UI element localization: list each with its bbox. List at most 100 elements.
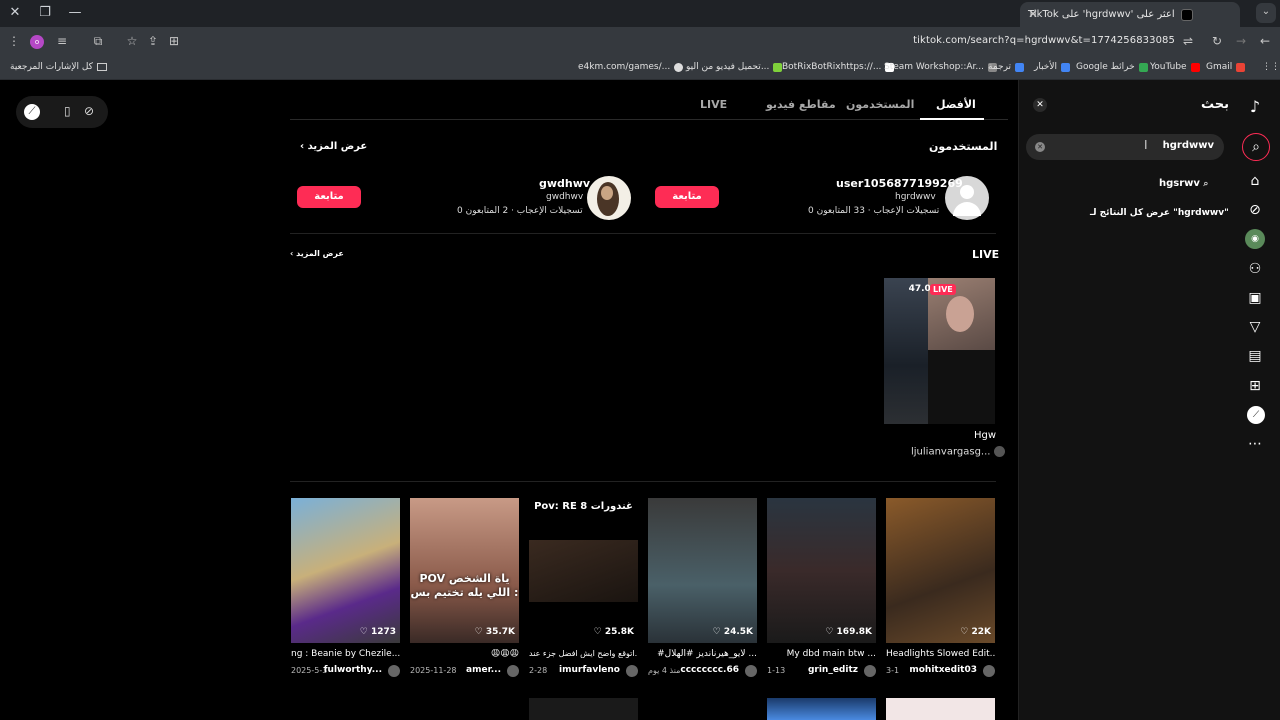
live-section-title: LIVE (972, 248, 1000, 261)
tiktok-favicon-icon (1180, 8, 1193, 21)
video-thumbnail[interactable] (767, 698, 876, 720)
upload-plus-icon[interactable]: ⊞ (1244, 375, 1266, 397)
bookmark-translate[interactable]: ترجمة (988, 62, 1025, 72)
video-author[interactable]: imurfavleno (559, 665, 620, 675)
video-thumbnail[interactable]: POV ياة الشخص اللي يله تختيم بس : ♡ 35.7… (410, 498, 519, 643)
close-window-icon[interactable]: ✕ (4, 4, 26, 22)
profile-avatar-icon[interactable]: ⟋ (1247, 406, 1265, 424)
video-author[interactable]: amer... (466, 665, 501, 675)
video-thumbnail[interactable]: ♡ 1273 (291, 498, 400, 643)
bookmarks-bar: كل الإشارات المرجعية e4km.com/games/... … (0, 56, 1280, 80)
reload-icon[interactable]: ↻ (1209, 34, 1225, 48)
home-icon[interactable]: ⌂ (1244, 170, 1266, 192)
bookmark-youtube-downloader[interactable]: تحميل فيديو من اليو... (686, 62, 783, 72)
video-caption[interactable]: اتوقع واضح ايش افضل جزء عند... (529, 649, 638, 658)
video-caption[interactable]: Headlights Slowed Edit... (886, 649, 995, 659)
browser-tab[interactable]: ✕ اعثر على 'hgrdwwv' على TikTok (1020, 2, 1240, 27)
browser-tab-strip: ✕ ❐ — + ✕ اعثر على 'hgrdwwv' على TikTok … (0, 0, 1280, 27)
bookmark-google-maps[interactable]: Google خرائط (1076, 62, 1148, 72)
video-thumbnail[interactable]: ♡ 169.8K (767, 498, 876, 643)
compass-icon[interactable]: ⊘ (84, 104, 94, 118)
minimize-window-icon[interactable]: — (64, 4, 86, 22)
tiktok-logo-icon[interactable]: ♪ (1244, 96, 1266, 118)
follow-button[interactable]: متابعة (655, 186, 719, 208)
search-icon: ⌕ (1203, 179, 1209, 189)
bookmark-news[interactable]: الأخبار (1034, 62, 1071, 72)
tab-top[interactable]: الأفضل (936, 98, 976, 111)
user-stats: 0 تسجيلات الإعجاب · 33 المتابعون (808, 206, 940, 216)
tab-live[interactable]: LIVE (700, 98, 727, 111)
restore-window-icon[interactable]: ❐ (34, 4, 56, 22)
bookmarks-apps-icon[interactable]: ⋮⋮ (1262, 62, 1280, 72)
video-like-count: ♡ 169.8K (825, 627, 872, 637)
forward-icon[interactable]: → (1233, 34, 1249, 48)
live-stream-card[interactable]: 47.0K ♟ LIVE (884, 278, 995, 424)
video-author[interactable]: grin_editz (808, 665, 858, 675)
bookmark-gmail[interactable]: Gmail (1206, 62, 1246, 72)
live-caption: Hgw (974, 430, 997, 441)
video-meta: 2025-11-28 amer... (410, 665, 519, 679)
search-input[interactable]: ✕ I hgrdwwv (1026, 134, 1224, 160)
video-thumbnail[interactable]: ♡ 24.5K (648, 498, 757, 643)
bookmark-steam-workshop[interactable]: Steam Workshop::Ar... (884, 62, 998, 72)
close-tab-icon[interactable]: ✕ (1028, 7, 1038, 21)
tab-videos[interactable]: مقاطع فيديو (766, 98, 836, 111)
section-divider (290, 233, 996, 234)
video-thumbnail[interactable]: ♡ 22K (886, 498, 995, 643)
video-author[interactable]: cccccccc.66 (680, 665, 739, 675)
video-thumbnail[interactable] (529, 698, 638, 720)
phone-icon[interactable]: ▯ (64, 104, 71, 118)
following-avatar-icon[interactable]: ◉ (1245, 229, 1265, 249)
users-more-link[interactable]: ‹ عرض المزيد (300, 141, 367, 152)
bookmark-botrix[interactable]: BotRixBotRixhttps://... (782, 62, 895, 72)
extensions-icon[interactable]: ⧉ (90, 34, 106, 49)
explore-icon[interactable]: ⊘ (1244, 199, 1266, 221)
bookmark-e4km[interactable]: e4km.com/games/... (578, 62, 684, 72)
video-date: 2025-5-3 (291, 666, 328, 675)
search-icon[interactable]: ⌕ (1242, 133, 1270, 161)
video-like-count: ♡ 1273 (359, 627, 396, 637)
video-caption[interactable]: #لايو_هيرناندیز #الهلال ... (648, 649, 757, 659)
share-icon[interactable]: ⇪ (145, 34, 161, 48)
live-more-link[interactable]: ‹ عرض المزيد (290, 249, 344, 258)
avatar (983, 665, 995, 677)
close-search-icon[interactable]: ✕ (1033, 98, 1047, 112)
bookmark-star-icon[interactable]: ☆ (124, 34, 140, 48)
friends-icon[interactable]: ⚇ (1244, 258, 1266, 280)
clear-search-icon[interactable]: ✕ (1035, 142, 1045, 152)
inbox-icon[interactable]: ▤ (1244, 345, 1266, 367)
messages-send-icon[interactable]: ▽ (1244, 316, 1266, 338)
follow-button[interactable]: متابعة (297, 186, 361, 208)
video-author[interactable]: fulworthy... (324, 665, 382, 675)
bookmark-youtube[interactable]: YouTube (1150, 62, 1200, 72)
profile-avatar-icon[interactable]: o (30, 35, 44, 49)
video-caption[interactable]: 😩😩😩 (410, 649, 519, 659)
tab-search-icon[interactable]: ⌄ (1256, 3, 1276, 23)
video-caption[interactable]: My dbd main btw ... (767, 649, 876, 659)
user-avatar-icon[interactable]: ⟋ (24, 104, 40, 120)
video-date: 3-1 (886, 666, 900, 675)
floating-controls: ⟋ ▯ ⊘ (16, 96, 108, 128)
video-author[interactable]: mohitxedit03 (909, 665, 977, 675)
video-thumbnail[interactable]: Pov: RE 8 غندورات ♡ 25.8K (529, 498, 638, 643)
menu-dots-icon[interactable]: ⋮ (6, 34, 22, 48)
avatar[interactable] (587, 176, 631, 220)
back-icon[interactable]: ← (1257, 34, 1273, 48)
live-tv-icon[interactable]: ▣ (1244, 287, 1266, 309)
site-settings-icon[interactable]: ⇌ (1180, 34, 1196, 48)
video-thumbnail[interactable] (886, 698, 995, 720)
reading-list-icon[interactable]: ≡ (54, 34, 70, 48)
live-author[interactable]: ljulianvargasg... (911, 446, 1005, 458)
users-section-title: المستخدمون (929, 140, 998, 153)
translate-icon[interactable]: ⊞ (166, 34, 182, 48)
video-caption[interactable]: ng : Beanie by Chezile... (291, 649, 400, 659)
user-username[interactable]: gwdhwv (539, 177, 590, 190)
all-bookmarks[interactable]: كل الإشارات المرجعية (10, 62, 107, 72)
video-date: 1-13 (767, 666, 786, 675)
url-field[interactable]: tiktok.com/search?q=hgrdwwv&t=1774256833… (913, 35, 1175, 46)
more-dots-icon[interactable]: ⋯ (1244, 433, 1266, 455)
search-suggestion[interactable]: hgsrwv ⌕ (1159, 178, 1208, 189)
view-all-results-link[interactable]: عرض كل النتائج لـ "hgrdwwv" (1090, 208, 1229, 218)
tab-users[interactable]: المستخدمون (846, 98, 914, 111)
user-username[interactable]: user1056877199269 (836, 177, 963, 190)
